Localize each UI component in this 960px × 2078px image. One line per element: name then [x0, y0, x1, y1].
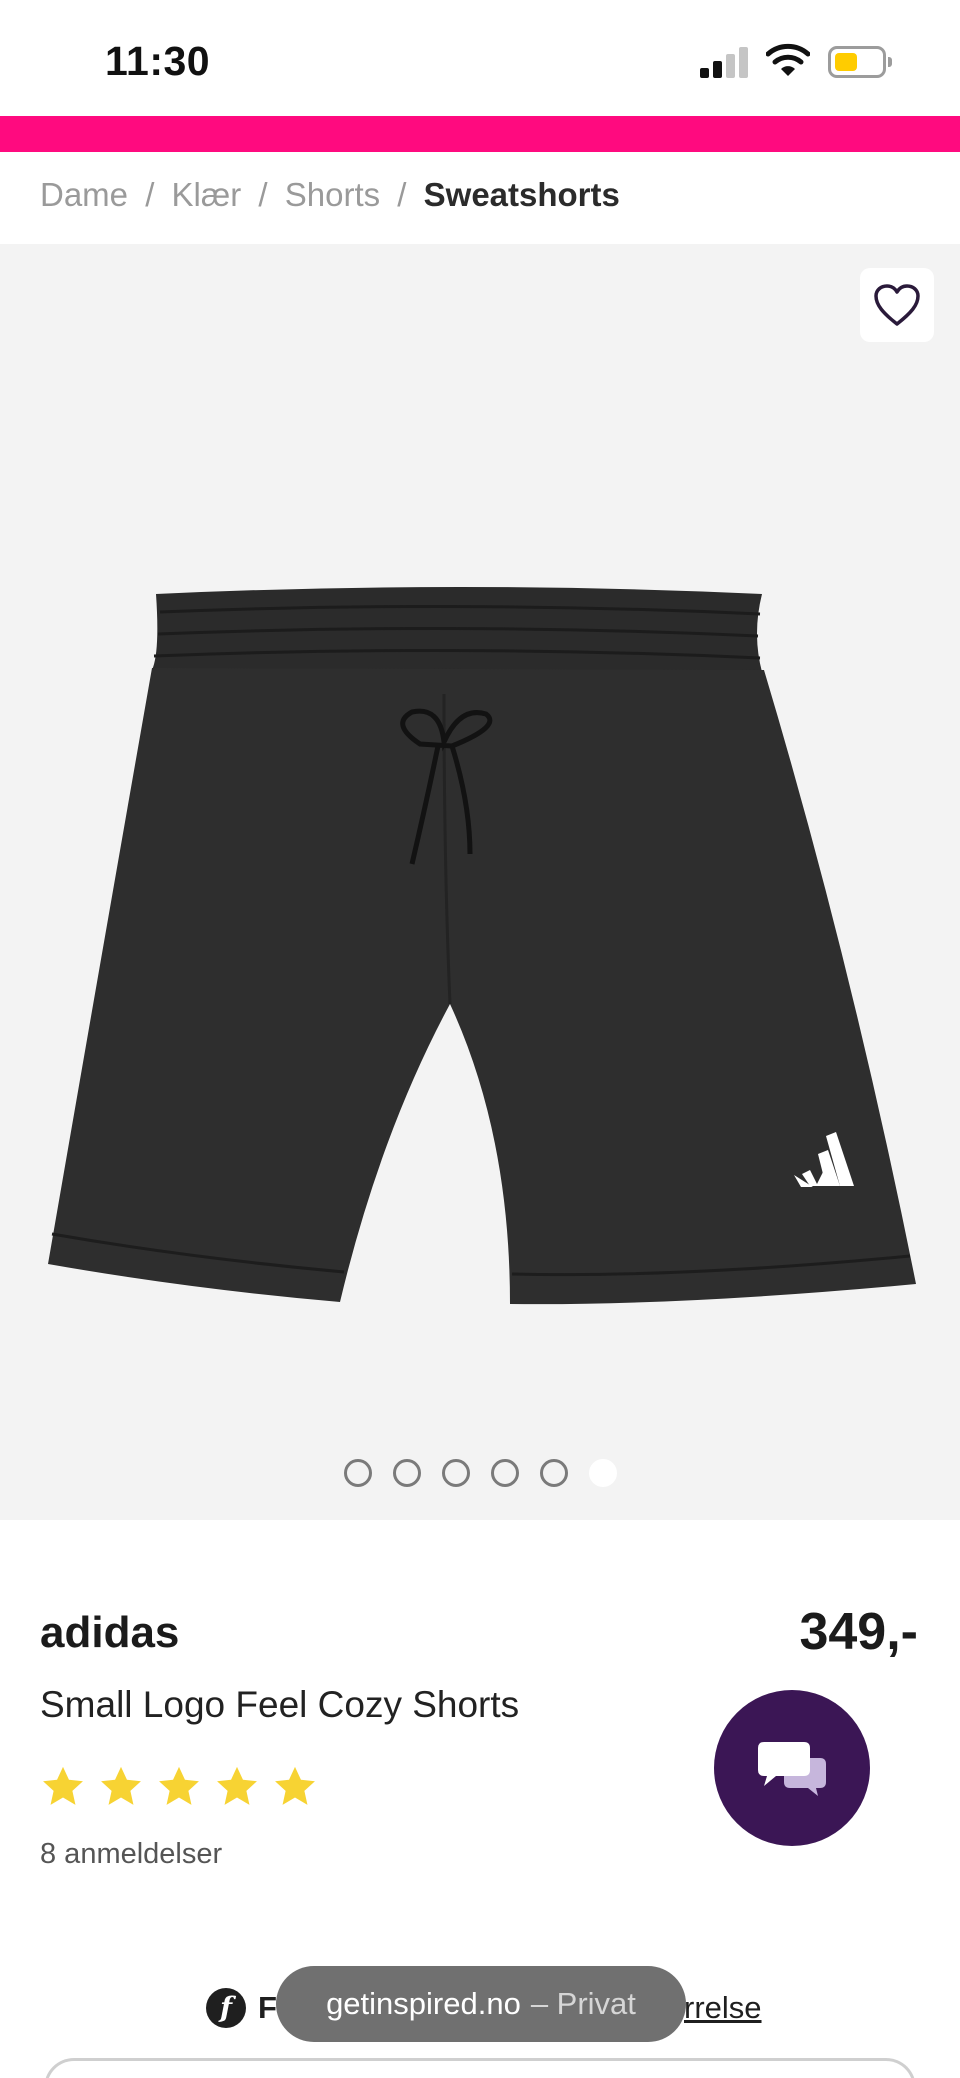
breadcrumb: Dame / Klær / Shorts / Sweatshorts [40, 176, 620, 214]
breadcrumb-current: Sweatshorts [423, 176, 620, 213]
breadcrumb-item-shorts[interactable]: Shorts [285, 176, 380, 213]
star-icon [217, 1766, 257, 1805]
star-icon [101, 1766, 141, 1805]
size-guide-link[interactable]: rrelse [684, 1990, 762, 2026]
breadcrumb-item-dame[interactable]: Dame [40, 176, 128, 213]
breadcrumb-item-klaer[interactable]: Klær [172, 176, 242, 213]
gallery-dot[interactable] [392, 1459, 421, 1487]
browser-domain: getinspired.no [326, 1986, 521, 2021]
gallery-pagination [0, 1459, 960, 1487]
battery-icon [828, 46, 892, 78]
gallery-dot-active[interactable] [588, 1459, 617, 1487]
chat-bubbles-icon [758, 1742, 826, 1796]
product-brand[interactable]: adidas [40, 1608, 179, 1658]
product-name: Small Logo Feel Cozy Shorts [40, 1684, 520, 1725]
breadcrumb-separator: / [145, 176, 155, 213]
star-icon [159, 1766, 199, 1805]
product-gallery[interactable] [0, 244, 960, 1520]
heart-outline-icon [874, 284, 920, 326]
browser-mode: – Privat [530, 1986, 636, 2021]
reviews-count[interactable]: 8 anmeldelser [40, 1838, 222, 1871]
star-icon [275, 1766, 315, 1805]
fit-f-icon: f [206, 1988, 246, 2028]
browser-url-pill[interactable]: getinspired.no – Privat [276, 1966, 686, 2042]
product-image[interactable] [40, 444, 920, 1564]
battery-fill [835, 53, 857, 71]
status-bar: 11:30 [0, 0, 960, 116]
breadcrumb-separator: / [397, 176, 407, 213]
product-price: 349,- [799, 1603, 918, 1661]
status-time: 11:30 [105, 38, 211, 84]
size-selector-card[interactable] [44, 2058, 916, 2078]
gallery-dot[interactable] [490, 1459, 519, 1487]
fit-label: F [258, 1990, 277, 2025]
wifi-icon [766, 43, 810, 76]
gallery-dot[interactable] [539, 1459, 568, 1487]
star-icon [43, 1766, 83, 1805]
favorite-button[interactable] [860, 268, 934, 342]
rating-stars[interactable] [40, 1764, 318, 1810]
promo-bar[interactable] [0, 116, 960, 152]
chat-button[interactable] [714, 1690, 870, 1846]
gallery-dot[interactable] [441, 1459, 470, 1487]
breadcrumb-separator: / [258, 176, 268, 213]
cellular-signal-icon [700, 46, 748, 78]
gallery-dot[interactable] [343, 1459, 372, 1487]
